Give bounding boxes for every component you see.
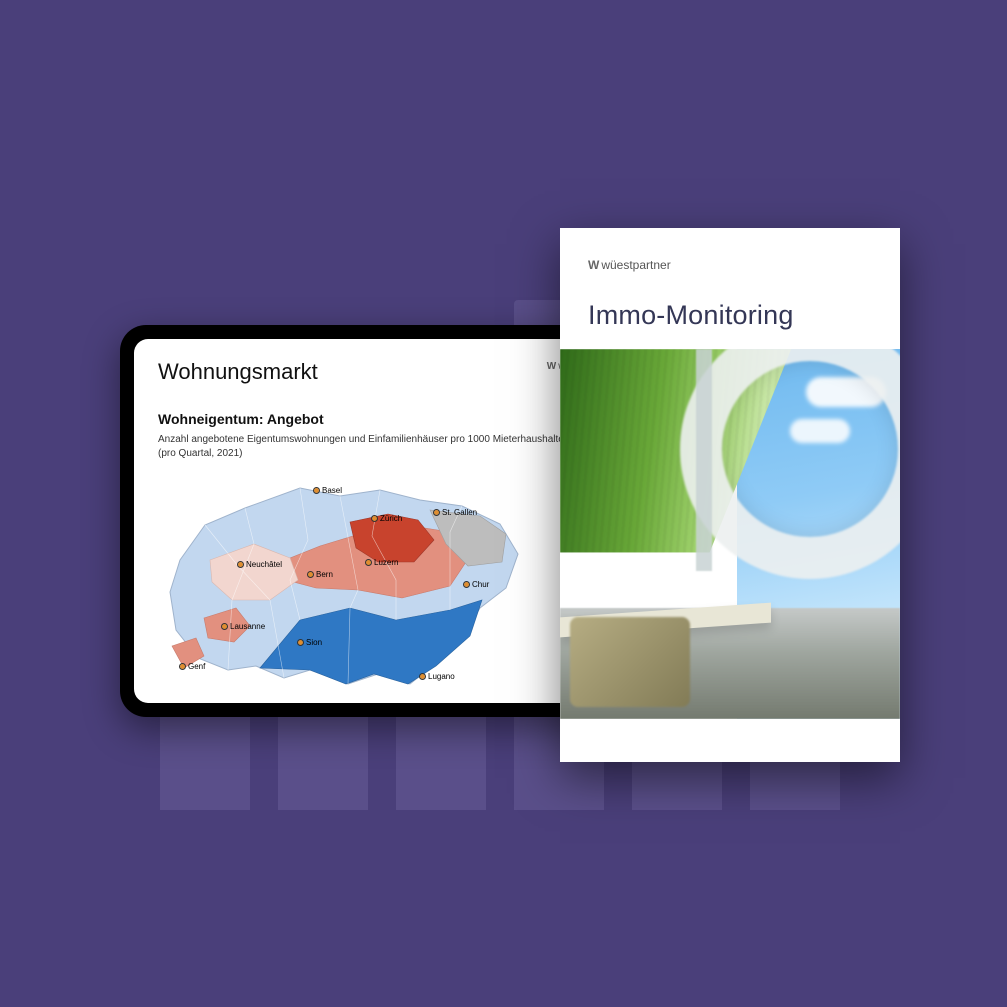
map-city-label: Chur	[464, 580, 489, 589]
map-city-label: Neuchâtel	[238, 560, 282, 569]
wuestpartner-logo: Wwüestpartner	[588, 258, 872, 272]
map-city-label: Sion	[298, 638, 322, 647]
book-title: Immo-Monitoring	[588, 300, 872, 331]
map-city-label: Zürich	[372, 514, 402, 523]
book-cover: Wwüestpartner Immo-Monitoring	[560, 228, 900, 762]
map-city-label: St. Gallen	[434, 508, 477, 517]
map-city-label: Lugano	[420, 672, 455, 681]
map-city-label: Luzern	[366, 558, 398, 567]
tablet-subtitle: Wohneigentum: Angebot	[158, 411, 612, 427]
map-city-label: Genf	[180, 662, 205, 671]
switzerland-map-block: Basel Zürich St. Gallen Neuchâtel Bern Luzern…	[158, 470, 612, 700]
map-city-label: Bern	[308, 570, 333, 579]
tablet-description: Anzahl angebotene Eigentumswohnungen und…	[158, 433, 612, 460]
tablet-title: Wohnungsmarkt	[158, 359, 612, 385]
book-cover-image	[560, 349, 900, 719]
map-city-label: Lausanne	[222, 622, 265, 631]
map-city-label: Basel	[314, 486, 342, 495]
